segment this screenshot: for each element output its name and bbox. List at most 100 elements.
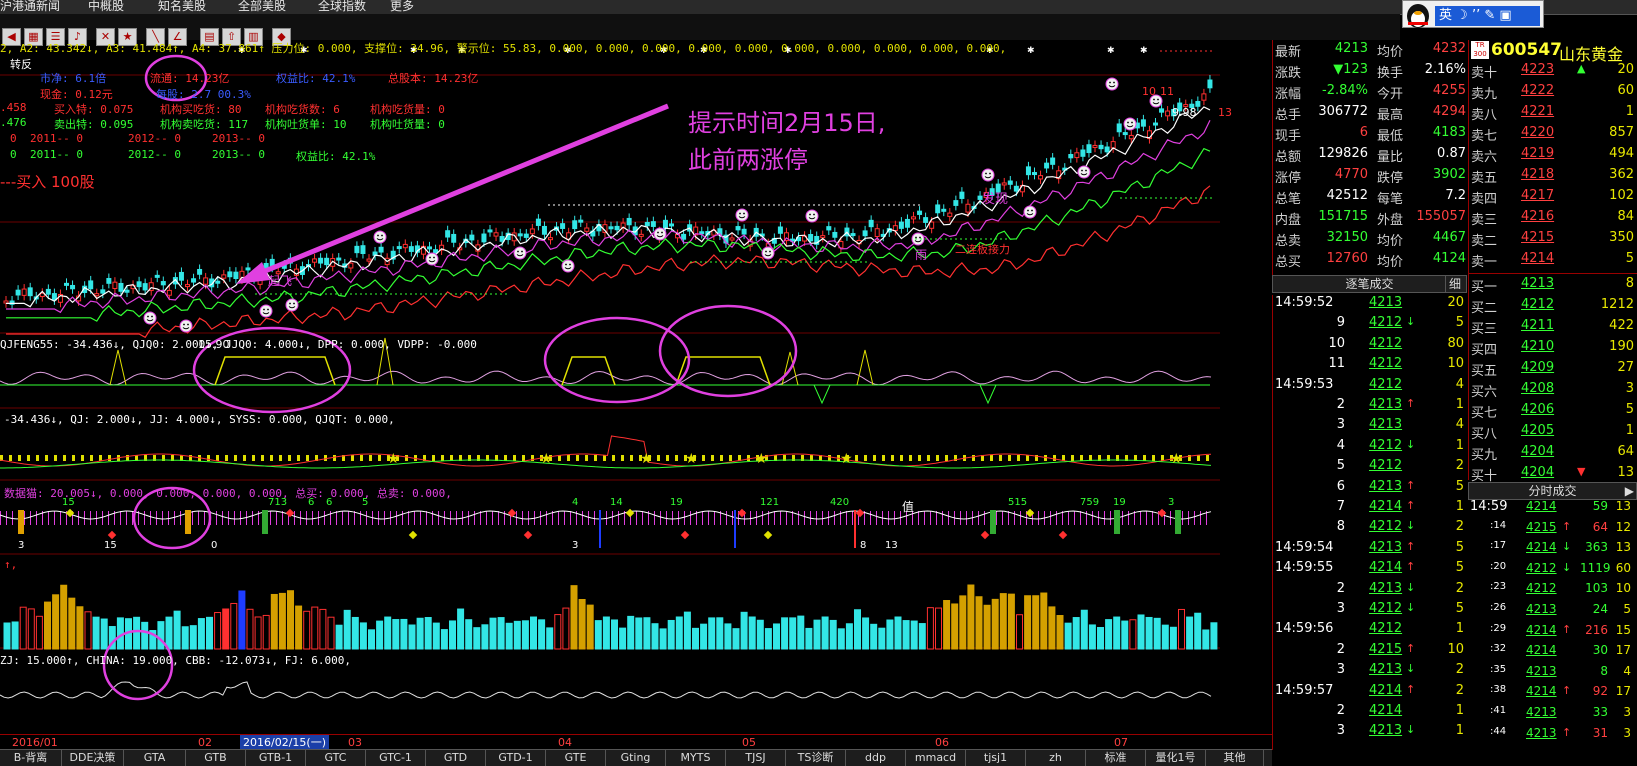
- indicator-tab[interactable]: GTB: [186, 750, 246, 766]
- chevron-right-icon[interactable]: ▶: [1625, 483, 1634, 499]
- indicator-tab[interactable]: GTC: [306, 750, 366, 766]
- punct-icon[interactable]: ’’: [1472, 8, 1480, 23]
- qq-ime-bar: 英 ☽ ’’ ✎ ▣: [1402, 0, 1544, 28]
- indicator-tab[interactable]: GTB-1: [246, 750, 306, 766]
- minute-tick-row: :38 4214 ↑ 92 17: [1468, 684, 1637, 705]
- panel5-readout: ↑,: [4, 558, 18, 571]
- indicator-tab[interactable]: 量化1号: [1146, 750, 1206, 766]
- book-price[interactable]: 4219: [1521, 146, 1554, 161]
- minute-header[interactable]: 分时成交 ▶: [1468, 482, 1637, 500]
- menu-hk-news[interactable]: 沪港通新闻: [0, 0, 60, 14]
- candle-body: [735, 226, 741, 231]
- minute-time: :26: [1490, 602, 1507, 613]
- book-price[interactable]: 4208: [1521, 381, 1554, 396]
- tick-price: 4214: [1369, 703, 1403, 718]
- book-price[interactable]: 4214: [1521, 251, 1554, 266]
- book-price[interactable]: 4206: [1521, 402, 1554, 417]
- quote-row: 现手 6 最低 4183: [1273, 125, 1468, 146]
- book-price[interactable]: 4210: [1521, 339, 1554, 354]
- menu-china-stocks[interactable]: 中概股: [88, 0, 124, 14]
- menu-global-index[interactable]: 全球指数: [318, 0, 366, 14]
- candle-body: [1153, 122, 1158, 126]
- book-volume: 102: [1609, 188, 1634, 203]
- book-level-label: 买九: [1471, 448, 1498, 463]
- moon-icon[interactable]: ☽: [1456, 8, 1468, 23]
- indicator-tab[interactable]: GTE: [546, 750, 606, 766]
- chart-area[interactable]: ★ ★ ★ ★ ★ ★ ★ ✱ ✱ ✱ ✱ ✱ ✱ ✱ ✱ ✱ ✱ ✱ ✱ 2, A2: 43.342↓, A3: …: [0, 40, 1272, 750]
- indicator-tab[interactable]: 其他: [1206, 750, 1264, 766]
- volume-bar: [1129, 619, 1137, 650]
- date-cursor-label: 2016/02/15(一): [240, 735, 329, 750]
- tick-volume: 1: [1455, 621, 1464, 637]
- indicator-tab[interactable]: GTA: [124, 750, 186, 766]
- kline-chart-svg[interactable]: ★ ★ ★ ★ ★ ★ ★✱ ✱ ✱ ✱ ✱ ✱ ✱ ✱ ✱ ✱ ✱ ✱: [0, 40, 1272, 734]
- book-price[interactable]: 4223: [1521, 62, 1554, 77]
- indicator-tab[interactable]: DDE决策: [62, 750, 124, 766]
- indicator-tab[interactable]: GTD: [426, 750, 486, 766]
- tick-time: 3: [1336, 601, 1345, 616]
- candle-body: [892, 225, 898, 231]
- panel4-top-number: 121: [760, 497, 780, 508]
- penguin-icon[interactable]: [1405, 2, 1431, 28]
- volume-bar: [44, 601, 51, 650]
- wrench-icon[interactable]: ✎: [1484, 8, 1495, 23]
- indicator-tab[interactable]: ddp: [846, 750, 906, 766]
- book-price[interactable]: 4211: [1521, 318, 1554, 333]
- indicator-tab[interactable]: mmacd: [906, 750, 966, 766]
- quote-row: 总买 12760 均价 4124: [1273, 251, 1468, 272]
- indicator-tab[interactable]: B-背离: [0, 750, 62, 766]
- book-price[interactable]: 4218: [1521, 167, 1554, 182]
- info-row6-item: 2013-- 0: [212, 148, 265, 161]
- tick-header[interactable]: 逐笔成交 细: [1272, 275, 1467, 293]
- book-price[interactable]: 4205: [1521, 423, 1554, 438]
- indicator-tab[interactable]: MYTS: [666, 750, 726, 766]
- book-price[interactable]: 4209: [1521, 360, 1554, 375]
- tick-detail-button[interactable]: 细: [1444, 276, 1464, 292]
- skin-icon[interactable]: ▣: [1499, 8, 1511, 23]
- book-price[interactable]: 4222: [1521, 83, 1554, 98]
- book-price[interactable]: 4220: [1521, 125, 1554, 140]
- ime-toolbar[interactable]: 英 ☽ ’’ ✎ ▣: [1435, 6, 1540, 26]
- book-price[interactable]: 4217: [1521, 188, 1554, 203]
- menu-famous-us-stocks[interactable]: 知名美股: [158, 0, 206, 14]
- indicator-tab[interactable]: GTD-1: [486, 750, 546, 766]
- candle-body: [699, 231, 705, 235]
- volume-bar: [416, 617, 424, 650]
- book-price[interactable]: 4213: [1521, 276, 1554, 291]
- indicator-tab[interactable]: TS诊断: [786, 750, 846, 766]
- volume-bar: [465, 619, 473, 650]
- volume-bar: [197, 618, 205, 650]
- tick-price: 4213: [1369, 295, 1403, 310]
- book-price[interactable]: 4212: [1521, 297, 1554, 312]
- indicator-tab[interactable]: GTC-1: [366, 750, 426, 766]
- candle-body: [1116, 123, 1122, 133]
- book-price[interactable]: 4204: [1521, 465, 1554, 480]
- indicator-tab[interactable]: 标准: [1086, 750, 1146, 766]
- indicator-tab[interactable]: TJSJ: [726, 750, 786, 766]
- arrow-up-icon: ↑: [1562, 519, 1572, 533]
- info-row6-item: 0: [10, 148, 17, 161]
- quote-value: 4770: [1334, 167, 1368, 182]
- candle-body: [324, 257, 330, 266]
- menu-all-us-stocks[interactable]: 全部美股: [238, 0, 286, 14]
- candle-body: [51, 293, 57, 301]
- ime-lang-label[interactable]: 英: [1439, 8, 1452, 23]
- indicator-tab[interactable]: tjsj1: [966, 750, 1026, 766]
- indicator-tab[interactable]: zh: [1026, 750, 1086, 766]
- volume-bar: [392, 619, 400, 650]
- book-price[interactable]: 4215: [1521, 230, 1554, 245]
- minute-tick-list[interactable]: 14:59 4214 59 13:14 4215 ↑ 64 12:17 4214 ↓ 363 13:2…: [1468, 499, 1637, 750]
- volume-bar: [594, 620, 602, 650]
- volume-bar: [311, 606, 319, 650]
- book-volume: 1212: [1600, 297, 1634, 312]
- minute-time: :20: [1490, 560, 1507, 572]
- volume-bar: [3, 622, 11, 650]
- book-price[interactable]: 4221: [1521, 104, 1554, 119]
- tick-list[interactable]: 14:59:52 4213 20 9 4212 ↓ 5 10 4212 80 11 4212 10 14:…: [1272, 295, 1468, 750]
- book-price[interactable]: 4204: [1521, 444, 1554, 459]
- book-price[interactable]: 4216: [1521, 209, 1554, 224]
- quote-value: 42512: [1326, 188, 1368, 203]
- volume-bar: [189, 625, 197, 650]
- menu-more[interactable]: 更多: [390, 0, 414, 14]
- indicator-tab[interactable]: Gting: [606, 750, 666, 766]
